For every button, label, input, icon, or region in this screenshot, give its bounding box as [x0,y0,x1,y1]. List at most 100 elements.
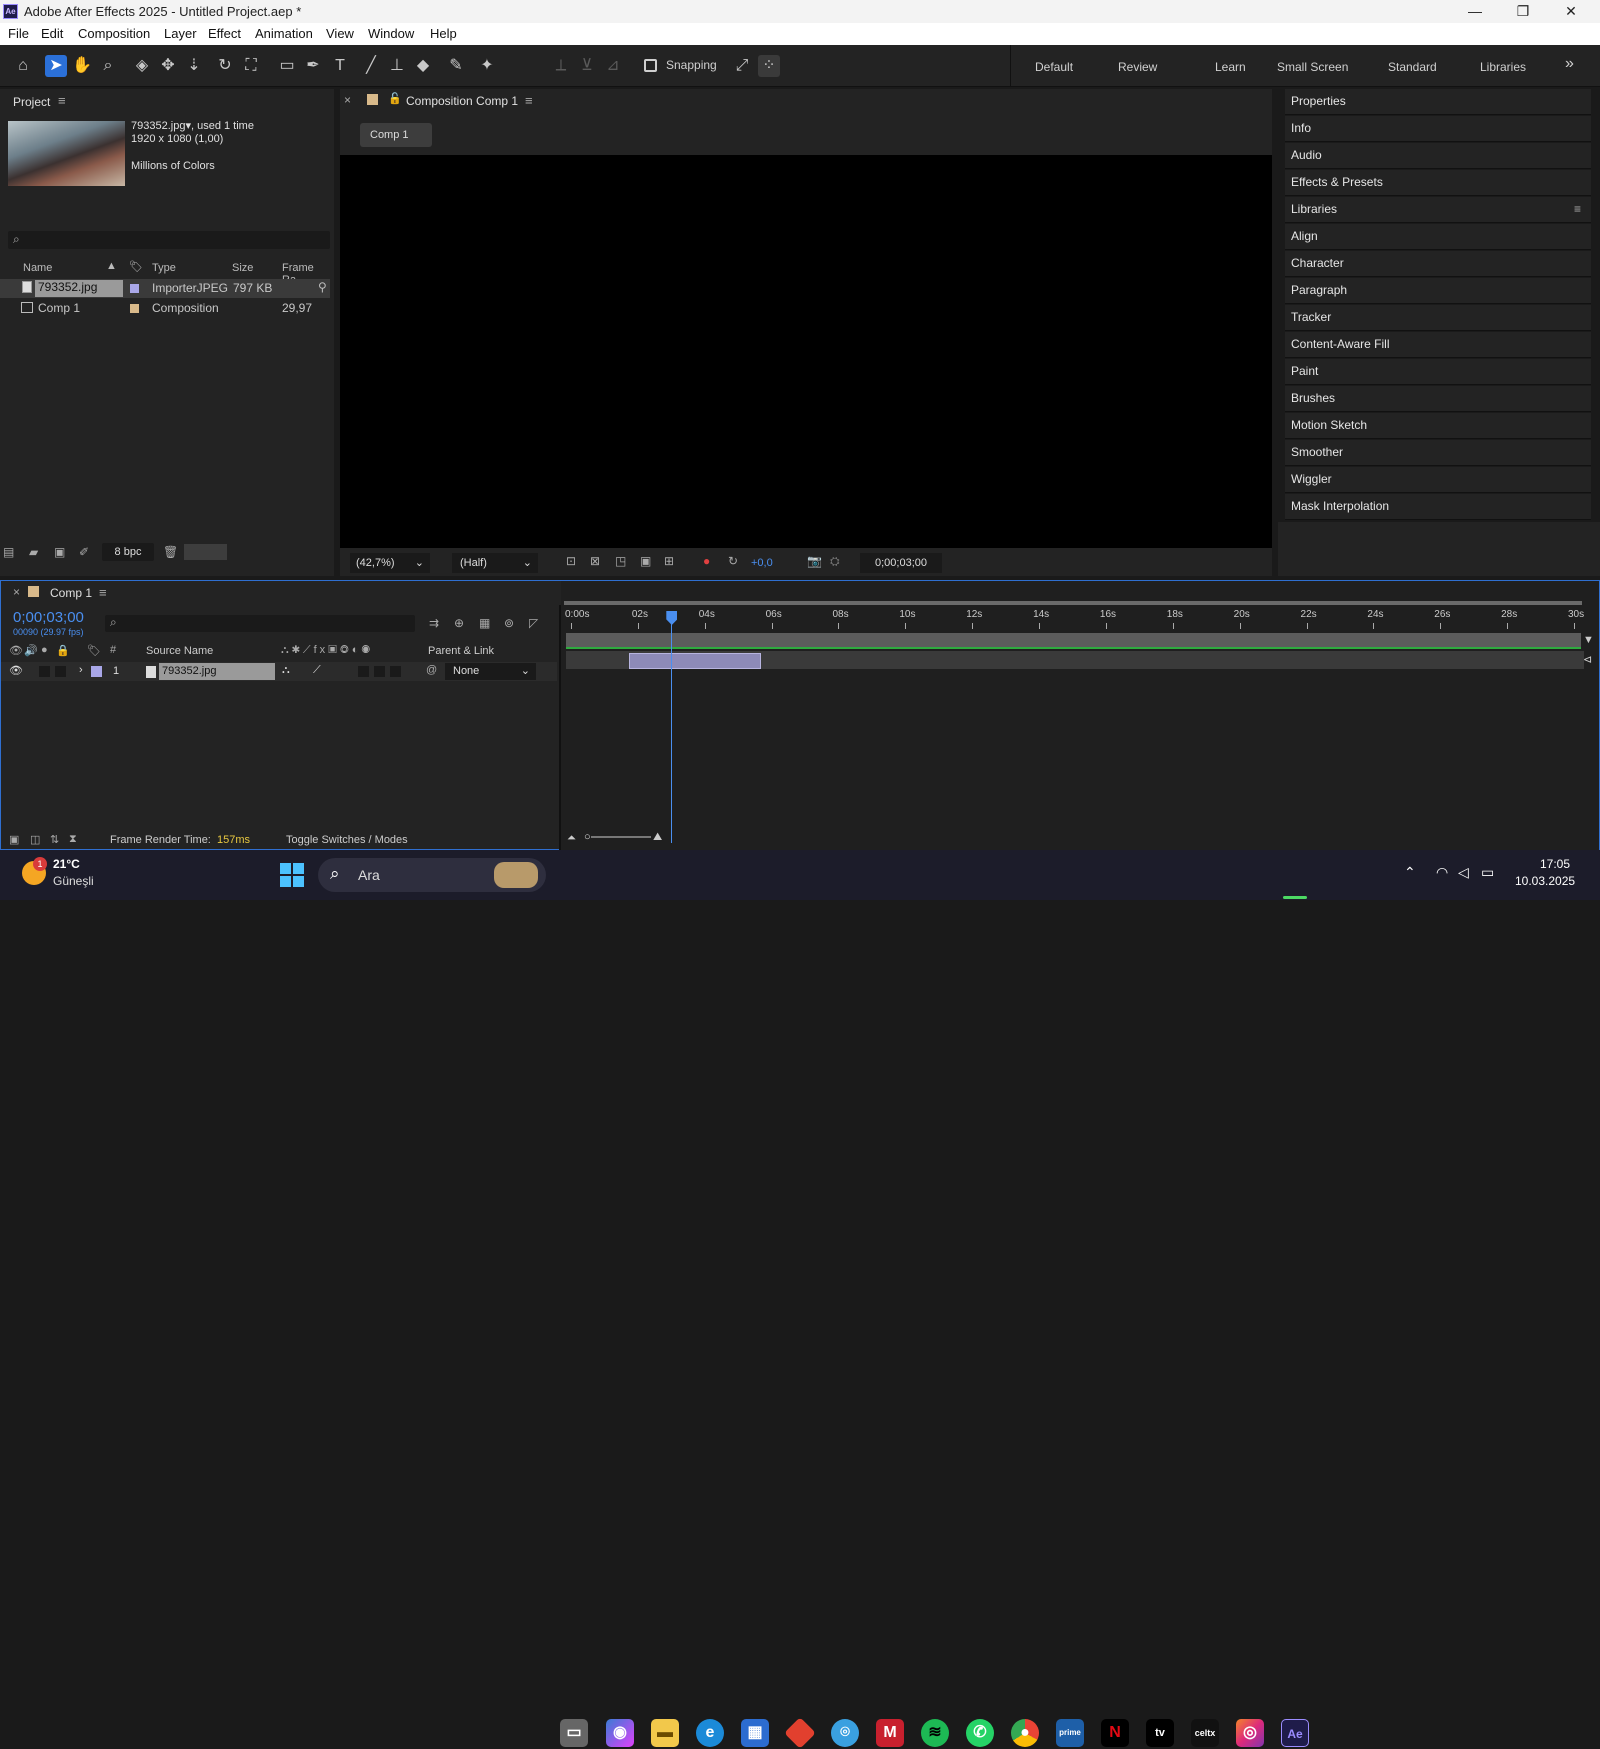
task-view-icon[interactable]: ▭ [560,1719,588,1747]
home-icon[interactable]: ⌂ [12,55,34,77]
eraser-tool-icon[interactable]: ◆ [412,55,434,77]
roto-brush-tool-icon[interactable]: ✎ [445,55,467,77]
menu-help[interactable]: Help [430,26,457,41]
mask-visibility-icon[interactable]: ◳ [615,554,626,568]
file-explorer-icon[interactable]: ▬ [651,1719,679,1747]
layer-label-swatch[interactable] [91,666,102,677]
menu-animation[interactable]: Animation [255,26,313,41]
spotify-icon[interactable]: ≋ [921,1719,949,1747]
netflix-icon[interactable]: N [1101,1719,1129,1747]
volume-icon[interactable]: ◁ [1458,864,1469,881]
align-panel-header[interactable]: Align [1285,224,1591,250]
magnification-dropdown[interactable]: (42,7%) ⌄ [350,553,430,573]
exposure-value[interactable]: +0,0 [751,557,773,569]
menu-composition[interactable]: Composition [78,26,150,41]
prime-video-icon[interactable]: prime [1056,1719,1084,1747]
playhead[interactable] [671,611,673,843]
pick-whip-icon[interactable]: @ [426,664,437,676]
workspace-learn[interactable]: Learn [1215,60,1246,74]
axis-view-icon[interactable]: ⊿ [602,55,624,77]
label-color-swatch[interactable] [130,304,139,313]
label-header-icon[interactable]: 🏷 [87,644,101,657]
comp-breadcrumb[interactable]: Comp 1 [360,123,432,147]
zoom-out-icon[interactable]: ⏶ [567,832,576,845]
column-size[interactable]: Size [232,262,253,274]
menu-window[interactable]: Window [368,26,414,41]
libraries-panel-header[interactable]: Libraries ≡ [1285,197,1591,223]
content-aware-fill-panel-header[interactable]: Content-Aware Fill [1285,332,1591,358]
axis-world-icon[interactable]: ⊻ [576,55,598,77]
taskbar-search[interactable]: ⌕ Ara [318,858,546,892]
project-menu-icon[interactable]: ≡ [58,93,66,108]
timeline-tab-title[interactable]: Comp 1 [50,586,92,600]
project-panel-title[interactable]: Project [13,95,50,109]
composition-viewer[interactable] [340,155,1272,548]
resolution-dropdown[interactable]: (Half) ⌄ [452,553,538,573]
shy-switch-icon[interactable]: ⛬ [282,664,290,677]
adjust-project-settings-icon[interactable]: ✐ [79,545,89,559]
close-panel-icon[interactable]: × [344,93,351,107]
project-search-input[interactable]: ⌕ [8,231,330,249]
info-panel-header[interactable]: Info [1285,116,1591,142]
comp-mini-flowchart-icon[interactable]: ⇉ [429,616,439,630]
close-button[interactable]: ✕ [1548,0,1594,23]
graph-editor-icon[interactable]: ◸ [529,616,538,630]
menu-file[interactable]: File [8,26,29,41]
battery-icon[interactable]: ▭ [1481,864,1494,881]
weather-desc[interactable]: Güneşli [53,874,94,888]
menu-edit[interactable]: Edit [41,26,63,41]
quality-switch-icon[interactable]: ⟋ [313,664,321,677]
lock-icon[interactable]: 🔓 [388,92,402,105]
anydesk-icon[interactable] [784,1717,816,1749]
apple-tv-icon[interactable]: tv [1146,1719,1174,1747]
transfer-controls-toggle-icon[interactable]: ◫ [30,833,40,846]
whatsapp-icon[interactable]: ✆ [966,1719,994,1747]
fast-previews-icon[interactable]: ⊡ [566,554,576,568]
zoom-slider-knob[interactable]: ○ [584,831,591,843]
layer-duration-bar[interactable] [629,653,761,669]
project-row-793352[interactable]: 793352.jpg ImporterJPEG 797 KB ⚲ [0,279,330,298]
frame-blending-icon[interactable]: ⊚ [504,616,514,630]
wifi-icon[interactable]: ◠ [1436,864,1448,881]
delete-icon[interactable]: 🗑 [163,545,178,559]
menu-effect[interactable]: Effect [208,26,241,41]
audio-toggle-header-icon[interactable]: 🔊 [24,644,38,657]
project-row-comp1[interactable]: Comp 1 Composition 29,97 [0,299,330,318]
3d-layer-switch[interactable] [390,666,401,677]
properties-panel-header[interactable]: Properties [1285,89,1591,115]
motion-sketch-panel-header[interactable]: Motion Sketch [1285,413,1591,439]
work-area-bar[interactable] [564,601,1582,605]
solo-toggle[interactable] [39,666,50,677]
expand-chevron-icon[interactable]: › [79,664,83,676]
lock-header-icon[interactable]: 🔒 [56,644,70,657]
clock-time[interactable]: 17:05 [1540,857,1570,871]
workspace-default[interactable]: Default [1035,60,1073,74]
zoom-in-icon[interactable]: ⛰ [653,831,662,844]
composition-tab-title[interactable]: Composition Comp 1 [406,94,518,108]
puppet-pin-tool-icon[interactable]: ✦ [476,55,498,77]
layer-row[interactable]: 👁 › 1 793352.jpg ⛬ ⟋ @ None ⌄ [1,662,557,681]
layer-switches-toggle-icon[interactable]: ▣ [9,833,19,846]
solo-header-icon[interactable]: ● [41,644,48,656]
menu-view[interactable]: View [326,26,354,41]
show-hidden-icons[interactable]: ⌃ [1404,864,1416,881]
axis-local-icon[interactable]: ⟂ [550,55,572,77]
column-name[interactable]: Name [23,262,52,274]
effects-presets-panel-header[interactable]: Effects & Presets [1285,170,1591,196]
layer-name[interactable]: 793352.jpg [159,663,275,680]
source-name-header[interactable]: Source Name [146,645,213,657]
snap-features-icon[interactable]: ⁘ [758,55,780,77]
layer-end-icon[interactable]: ⊲ [1583,653,1592,666]
keyframe-nav-icon[interactable]: ▼ [1583,634,1594,646]
timeline-graph-area[interactable] [561,581,1599,851]
celtx-icon[interactable]: celtx [1191,1719,1219,1747]
reset-exposure-icon[interactable]: ↻ [728,554,738,568]
microsoft-store-icon[interactable]: ▦ [741,1719,769,1747]
orbit-camera-icon[interactable]: ◈ [131,55,153,77]
safari-like-icon[interactable]: ⌾ [831,1719,859,1747]
selection-tool-icon[interactable]: ➤ [45,55,67,77]
chrome-icon[interactable]: ● [1011,1719,1039,1747]
label-color-swatch[interactable] [130,284,139,293]
paragraph-panel-header[interactable]: Paragraph [1285,278,1591,304]
wiggler-panel-header[interactable]: Wiggler [1285,467,1591,493]
